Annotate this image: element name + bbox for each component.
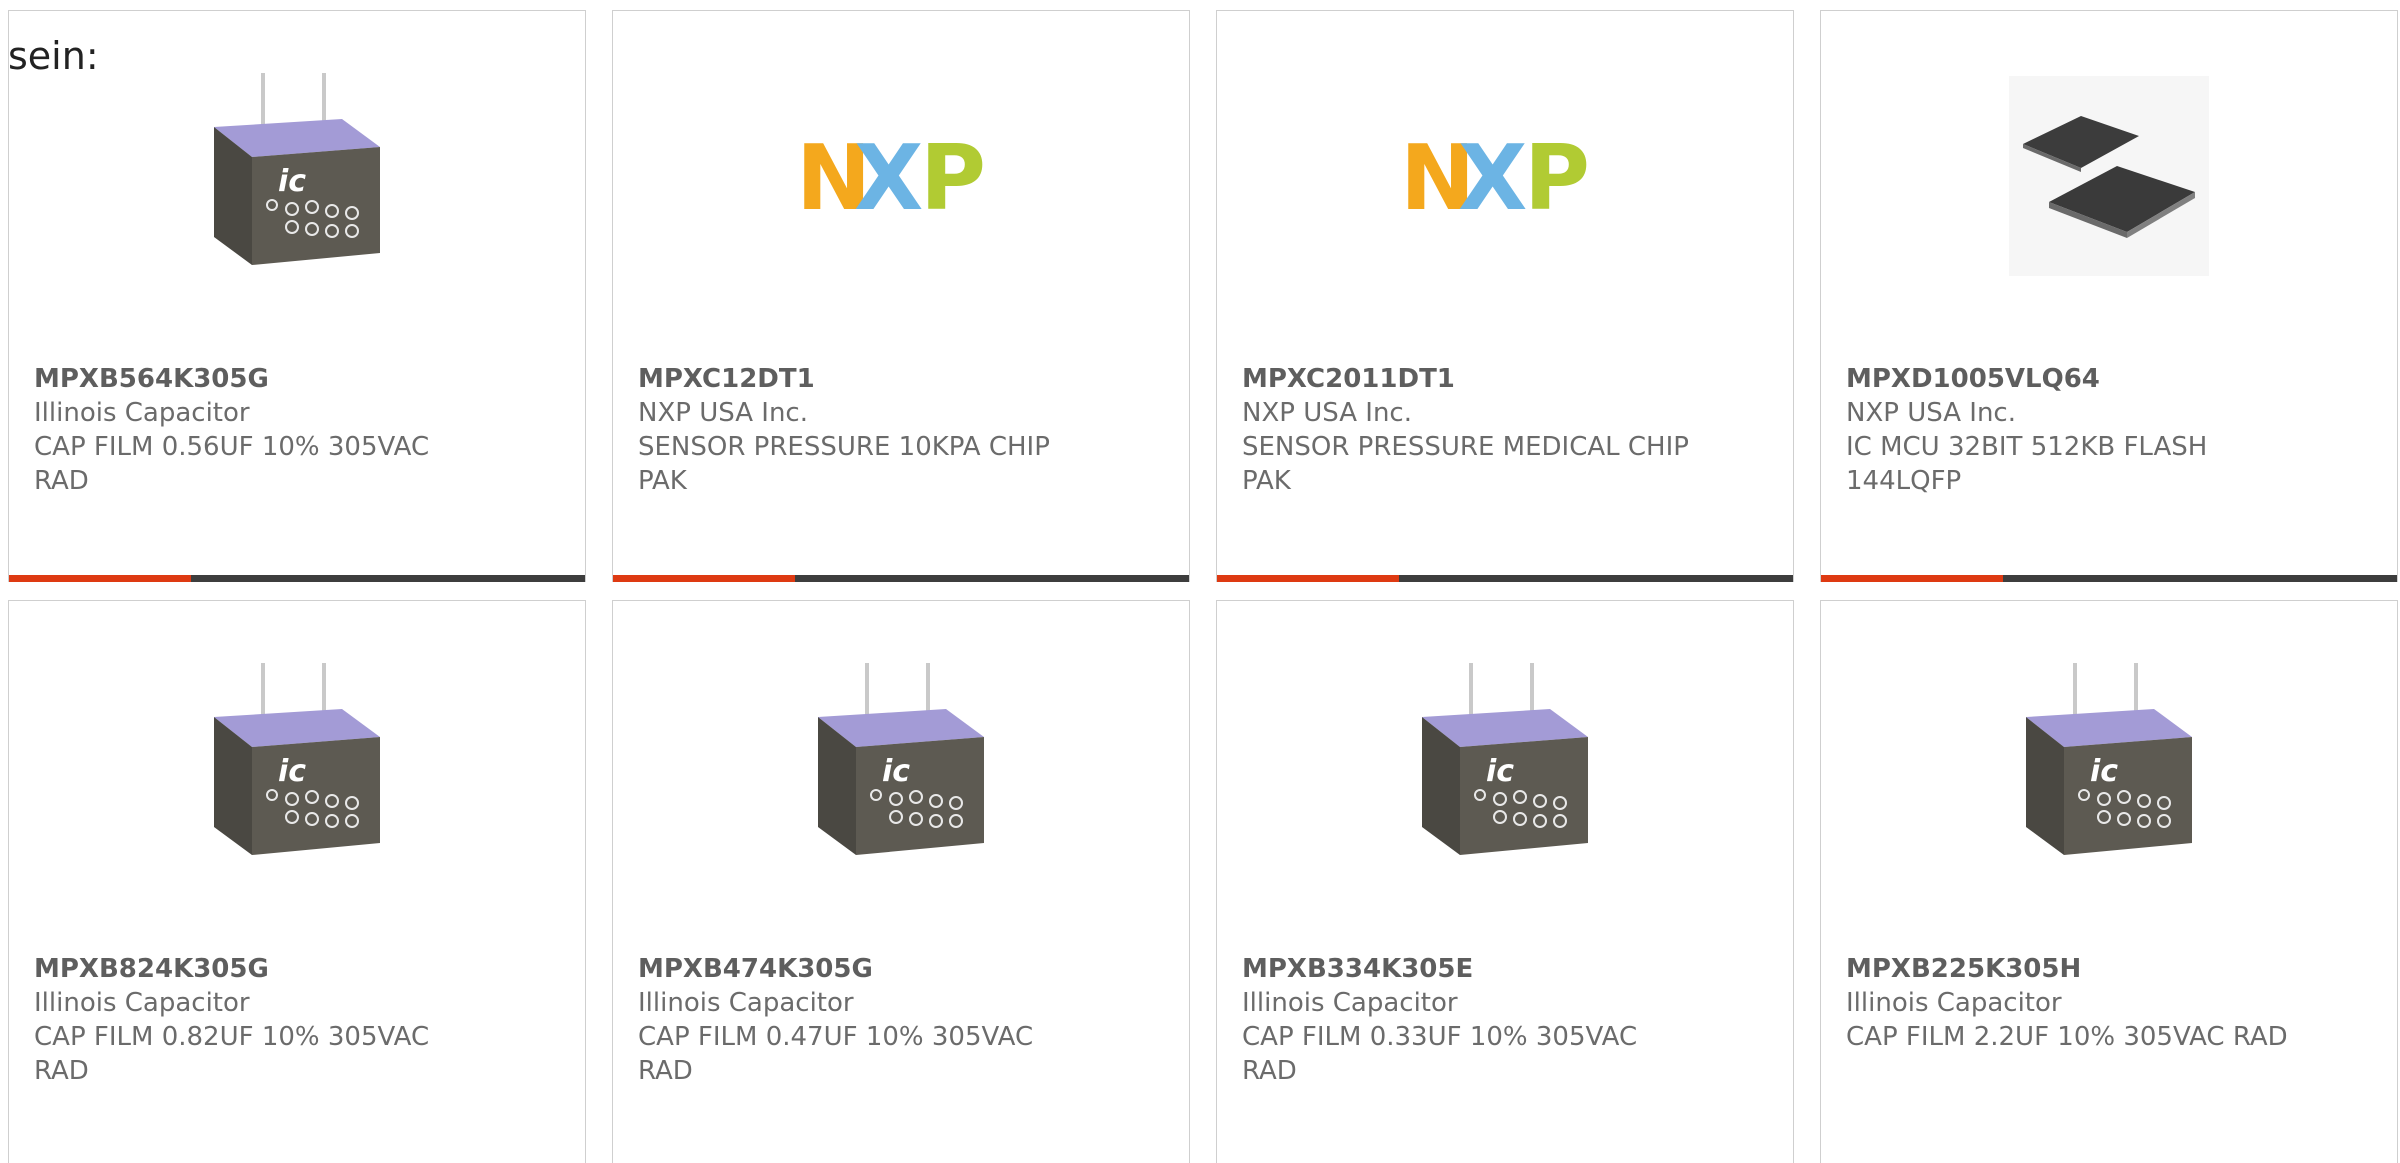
- product-image[interactable]: N X P: [613, 71, 1189, 281]
- product-image[interactable]: ic: [613, 661, 1189, 871]
- svg-text:P: P: [1524, 131, 1590, 221]
- part-number[interactable]: MPXB824K305G: [34, 952, 484, 986]
- svg-text:ic: ic: [278, 754, 306, 789]
- svg-text:ic: ic: [1486, 754, 1514, 789]
- manufacturer: NXP USA Inc.: [1242, 398, 1412, 428]
- svg-text:ic: ic: [278, 164, 306, 199]
- manufacturer: Illinois Capacitor: [638, 988, 854, 1018]
- film-capacitor-icon: ic: [214, 663, 380, 855]
- product-grid-page: sein: ic MPXB564K305G Illinois Capacitor…: [0, 0, 2400, 1163]
- description: CAP FILM 2.2UF 10% 305VAC RAD: [1846, 1022, 2288, 1052]
- product-card[interactable]: N X P MPXC2011DT1 NXP USA Inc. SENSOR PR…: [1216, 10, 1794, 582]
- description: CAP FILM 0.56UF 10% 305VAC RAD: [34, 432, 430, 496]
- manufacturer: NXP USA Inc.: [1846, 398, 2016, 428]
- product-card[interactable]: ic MPXB824K305G Illinois Capacitor CAP F…: [8, 600, 586, 1163]
- card-accent-bar: [9, 575, 585, 582]
- film-capacitor-icon: ic: [1422, 663, 1588, 855]
- part-number[interactable]: MPXB564K305G: [34, 362, 484, 396]
- svg-text:X: X: [1458, 131, 1527, 221]
- lqfp-chip-icon: [2009, 76, 2209, 276]
- card-accent-bar: [613, 575, 1189, 582]
- svg-text:X: X: [854, 131, 923, 221]
- card-accent-bar: [1217, 575, 1793, 582]
- description: CAP FILM 0.82UF 10% 305VAC RAD: [34, 1022, 430, 1086]
- product-card[interactable]: ic MPXB334K305E Illinois Capacitor CAP F…: [1216, 600, 1794, 1163]
- product-image[interactable]: ic: [9, 71, 585, 281]
- film-capacitor-icon: ic: [818, 663, 984, 855]
- product-info: MPXB474K305G Illinois Capacitor CAP FILM…: [638, 952, 1088, 1088]
- product-info: MPXD1005VLQ64 NXP USA Inc. IC MCU 32BIT …: [1846, 362, 2296, 498]
- description: IC MCU 32BIT 512KB FLASH 144LQFP: [1846, 432, 2208, 496]
- product-info: MPXC12DT1 NXP USA Inc. SENSOR PRESSURE 1…: [638, 362, 1088, 498]
- product-info: MPXB225K305H Illinois Capacitor CAP FILM…: [1846, 952, 2296, 1054]
- intro-text: sein:: [8, 34, 99, 78]
- product-card[interactable]: MPXD1005VLQ64 NXP USA Inc. IC MCU 32BIT …: [1820, 10, 2398, 582]
- description: CAP FILM 0.47UF 10% 305VAC RAD: [638, 1022, 1034, 1086]
- product-card[interactable]: ic MPXB225K305H Illinois Capacitor CAP F…: [1820, 600, 2398, 1163]
- svg-text:ic: ic: [2090, 754, 2118, 789]
- svg-text:ic: ic: [882, 754, 910, 789]
- manufacturer: NXP USA Inc.: [638, 398, 808, 428]
- product-image[interactable]: N X P: [1217, 71, 1793, 281]
- product-image[interactable]: ic: [1217, 661, 1793, 871]
- manufacturer: Illinois Capacitor: [1242, 988, 1458, 1018]
- product-image[interactable]: ic: [1821, 661, 2397, 871]
- part-number[interactable]: MPXC2011DT1: [1242, 362, 1692, 396]
- part-number[interactable]: MPXB474K305G: [638, 952, 1088, 986]
- film-capacitor-icon: ic: [214, 73, 380, 265]
- part-number[interactable]: MPXB334K305E: [1242, 952, 1692, 986]
- svg-text:P: P: [920, 131, 986, 221]
- film-capacitor-icon: ic: [2026, 663, 2192, 855]
- product-image[interactable]: [1821, 71, 2397, 281]
- nxp-logo: N X P: [1400, 131, 1590, 221]
- part-number[interactable]: MPXD1005VLQ64: [1846, 362, 2296, 396]
- product-card[interactable]: ic MPXB474K305G Illinois Capacitor CAP F…: [612, 600, 1190, 1163]
- card-accent-bar: [1821, 575, 2397, 582]
- part-number[interactable]: MPXC12DT1: [638, 362, 1088, 396]
- manufacturer: Illinois Capacitor: [34, 398, 250, 428]
- description: CAP FILM 0.33UF 10% 305VAC RAD: [1242, 1022, 1638, 1086]
- product-info: MPXC2011DT1 NXP USA Inc. SENSOR PRESSURE…: [1242, 362, 1692, 498]
- product-card[interactable]: ic MPXB564K305G Illinois Capacitor CAP F…: [8, 10, 586, 582]
- product-info: MPXB564K305G Illinois Capacitor CAP FILM…: [34, 362, 484, 498]
- product-info: MPXB824K305G Illinois Capacitor CAP FILM…: [34, 952, 484, 1088]
- manufacturer: Illinois Capacitor: [1846, 988, 2062, 1018]
- manufacturer: Illinois Capacitor: [34, 988, 250, 1018]
- nxp-logo: N X P: [796, 131, 986, 221]
- product-image[interactable]: ic: [9, 661, 585, 871]
- product-info: MPXB334K305E Illinois Capacitor CAP FILM…: [1242, 952, 1692, 1088]
- part-number[interactable]: MPXB225K305H: [1846, 952, 2296, 986]
- product-card[interactable]: N X P MPXC12DT1 NXP USA Inc. SENSOR PRES…: [612, 10, 1190, 582]
- description: SENSOR PRESSURE MEDICAL CHIP PAK: [1242, 432, 1689, 496]
- description: SENSOR PRESSURE 10KPA CHIP PAK: [638, 432, 1050, 496]
